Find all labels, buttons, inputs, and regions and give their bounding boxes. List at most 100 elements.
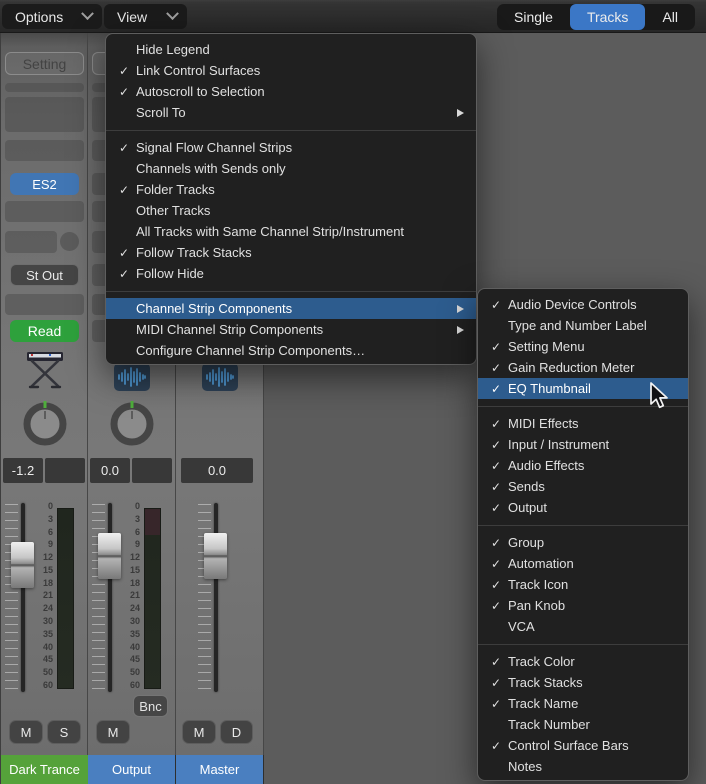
track-name-label[interactable]: Output [88,755,176,784]
menu-item-label: Track Color [508,654,575,669]
instrument-button[interactable]: ES2 [10,173,79,195]
menu-item-label: All Tracks with Same Channel Strip/Instr… [136,224,405,239]
menu-item-configure-channel-strip-components[interactable]: Configure Channel Strip Components… [106,340,476,361]
menu-item-input-instrument[interactable]: ✓ Input / Instrument [478,434,688,455]
fader-scale-tick: 45 [42,654,53,665]
menu-item-group[interactable]: ✓ Group [478,532,688,553]
mute-button[interactable]: M [96,720,130,744]
fader-handle[interactable] [98,533,121,579]
menu-item-scroll-to[interactable]: Scroll To [106,102,476,123]
midi-fx-slot[interactable] [5,140,84,161]
menu-item-output[interactable]: ✓ Output [478,497,688,518]
menu-item-pan-knob[interactable]: ✓ Pan Knob [478,595,688,616]
menu-separator [106,129,476,131]
bounce-button[interactable]: Bnc [133,695,168,717]
dim-button[interactable]: D [220,720,253,744]
menu-item-notes[interactable]: Notes [478,756,688,777]
pan-value[interactable]: -1.2 [3,458,43,483]
menu-item-all-tracks-with-same-channel-strip-instrument[interactable]: All Tracks with Same Channel Strip/Instr… [106,221,476,242]
menu-item-track-stacks[interactable]: ✓ Track Stacks [478,672,688,693]
menu-item-track-color[interactable]: ✓ Track Color [478,651,688,672]
menu-item-control-surface-bars[interactable]: ✓ Control Surface Bars [478,735,688,756]
fader-handle[interactable] [11,542,34,588]
checkmark-icon: ✓ [490,556,502,571]
track-name-label[interactable]: Dark Trance [1,755,89,784]
level-meter [57,508,74,689]
options-menu-button[interactable]: Options [2,4,102,29]
menu-item-label: EQ Thumbnail [508,381,591,396]
menu-item-vca[interactable]: VCA [478,616,688,637]
send-slot[interactable] [5,231,57,253]
fader-ruler [92,504,105,690]
fader-ruler [198,504,211,690]
menu-item-label: Scroll To [136,105,186,120]
eq-thumbnail-slot[interactable] [5,97,84,132]
menu-item-link-control-surfaces[interactable]: ✓ Link Control Surfaces [106,60,476,81]
fader-scale-tick: 15 [129,564,140,575]
output-button[interactable]: St Out [10,264,79,286]
peak-value[interactable] [45,458,85,483]
view-menu-button[interactable]: View [104,4,187,29]
menu-item-type-and-number-label[interactable]: Type and Number Label [478,315,688,336]
menu-item-track-name[interactable]: ✓ Track Name [478,693,688,714]
segment-tracks[interactable]: Tracks [569,4,646,30]
fader-ruler [5,504,18,690]
menu-item-midi-channel-strip-components[interactable]: MIDI Channel Strip Components [106,319,476,340]
menu-item-sends[interactable]: ✓ Sends [478,476,688,497]
checkmark-icon: ✓ [118,182,130,197]
fader-scale-tick: 6 [134,526,140,537]
fader-scale-tick: 60 [129,679,140,690]
menu-item-hide-legend[interactable]: Hide Legend [106,39,476,60]
menu-item-label: Track Number [508,717,590,732]
volume-value[interactable]: 0.0 [181,458,253,483]
send-knob[interactable] [60,232,79,251]
mixer-menu-bar: Options View Single Tracks All [0,0,706,33]
menu-item-audio-device-controls[interactable]: ✓ Audio Device Controls [478,294,688,315]
submenu-arrow-icon [457,304,464,313]
fader-scale-tick: 35 [42,628,53,639]
menu-item-setting-menu[interactable]: ✓ Setting Menu [478,336,688,357]
checkmark-icon: ✓ [118,140,130,155]
menu-item-folder-tracks[interactable]: ✓ Folder Tracks [106,179,476,200]
menu-item-automation[interactable]: ✓ Automation [478,553,688,574]
pan-knob[interactable] [20,398,70,448]
fader-scale-tick: 45 [129,654,140,665]
segment-single[interactable]: Single [497,4,570,30]
chevron-down-icon [81,7,94,21]
channel-strip-dark-trance: Setting ES2 St Out Read -1.2 0 3 6 9 12 … [0,33,89,784]
fader-handle[interactable] [204,533,227,579]
menu-item-follow-hide[interactable]: ✓ Follow Hide [106,263,476,284]
menu-item-track-number[interactable]: Track Number [478,714,688,735]
automation-mode-button[interactable]: Read [10,320,79,342]
menu-item-autoscroll-to-selection[interactable]: ✓ Autoscroll to Selection [106,81,476,102]
menu-item-label: Autoscroll to Selection [136,84,265,99]
track-name-label[interactable]: Master [176,755,264,784]
peak-value[interactable] [132,458,172,483]
menu-item-audio-effects[interactable]: ✓ Audio Effects [478,455,688,476]
setting-button[interactable]: Setting [5,52,84,75]
segment-all[interactable]: All [645,4,695,30]
menu-item-channel-strip-components[interactable]: Channel Strip Components [106,298,476,319]
waveform-icon[interactable] [202,363,238,391]
audio-fx-slot[interactable] [5,201,84,222]
track-icon[interactable] [23,345,67,391]
menu-item-gain-reduction-meter[interactable]: ✓ Gain Reduction Meter [478,357,688,378]
view-label: View [117,8,148,25]
pan-knob[interactable] [107,398,157,448]
fader-rail[interactable] [21,503,25,692]
menu-item-track-icon[interactable]: ✓ Track Icon [478,574,688,595]
menu-item-other-tracks[interactable]: Other Tracks [106,200,476,221]
solo-button[interactable]: S [47,720,81,744]
menu-item-signal-flow-channel-strips[interactable]: ✓ Signal Flow Channel Strips [106,137,476,158]
menu-item-channels-with-sends-only[interactable]: Channels with Sends only [106,158,476,179]
menu-item-follow-track-stacks[interactable]: ✓ Follow Track Stacks [106,242,476,263]
group-slot[interactable] [5,294,84,315]
waveform-icon[interactable] [114,363,150,391]
pan-value[interactable]: 0.0 [90,458,130,483]
menu-item-label: Track Icon [508,577,569,592]
fader-rail[interactable] [214,503,218,692]
mute-button[interactable]: M [9,720,43,744]
menu-item-midi-effects[interactable]: ✓ MIDI Effects [478,413,688,434]
mute-button[interactable]: M [182,720,216,744]
fader-rail[interactable] [108,503,112,692]
